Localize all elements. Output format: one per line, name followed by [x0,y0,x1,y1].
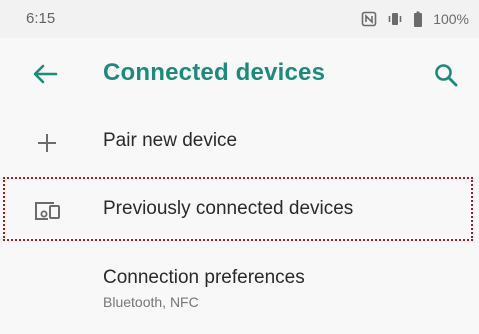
plus-icon [34,130,60,156]
status-icons: 100% [361,8,469,30]
devices-icon [34,199,60,225]
previously-connected-devices-item[interactable]: Previously connected devices [0,177,479,243]
nfc-icon [361,11,377,27]
connection-preferences-item[interactable]: Connection preferences Bluetooth, NFC [0,250,479,330]
app-toolbar: Connected devices [0,38,479,110]
vibrate-icon [387,11,403,27]
pair-new-device-item[interactable]: Pair new device [0,110,479,172]
connection-preferences-sublabel: Bluetooth, NFC [103,294,199,310]
battery-icon [413,11,423,27]
arrow-back-icon[interactable] [32,62,58,86]
status-bar: 6:15 100% [0,0,479,38]
page-title: Connected devices [103,59,326,86]
settings-screen: 6:15 100% Connected devices Pair new dev… [0,0,479,334]
connection-preferences-label: Connection preferences [103,267,305,288]
battery-percent: 100% [433,11,469,27]
search-icon[interactable] [433,62,459,88]
previously-connected-devices-label: Previously connected devices [103,198,354,219]
status-time: 6:15 [26,10,56,27]
pair-new-device-label: Pair new device [103,130,238,151]
